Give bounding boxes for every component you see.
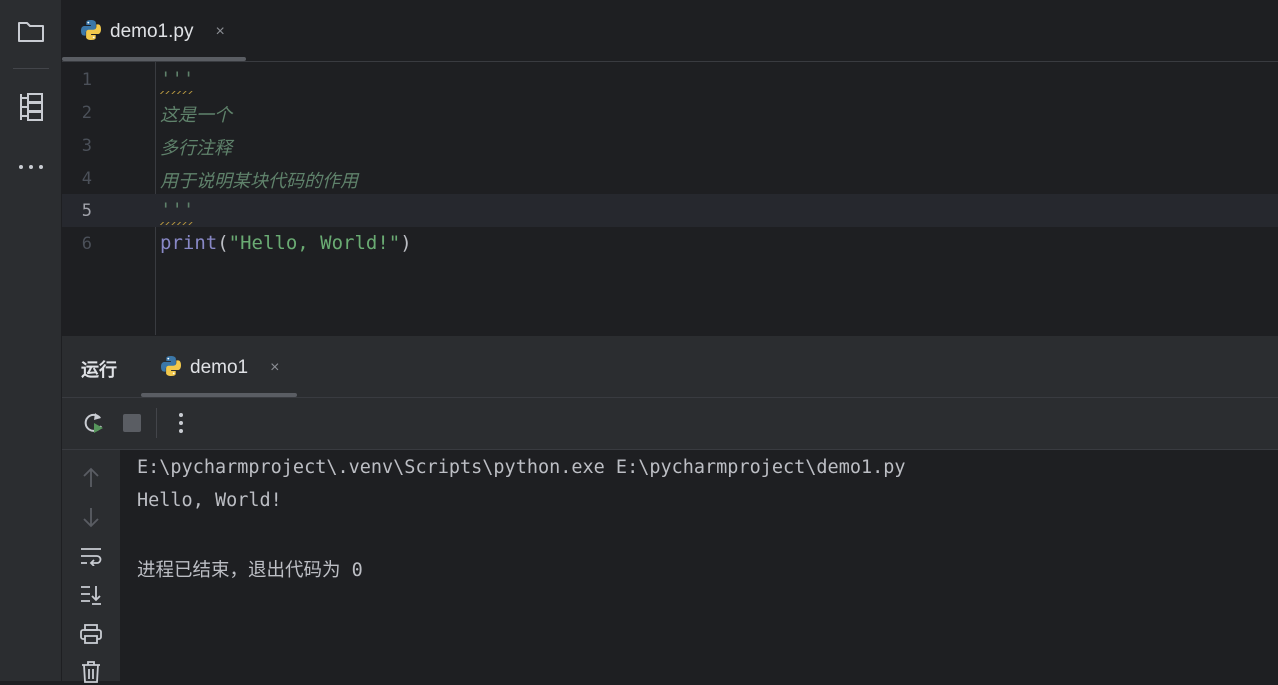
console-line: 进程已结束，退出代码为 0 — [137, 560, 363, 581]
code-statement: print("Hello, World!") — [160, 232, 412, 254]
code-editor[interactable]: 1 ''' 2 这是一个 3 多行注释 4 用于说明某块代码的作用 5 ''' … — [62, 62, 1278, 335]
close-paren: ) — [400, 232, 412, 254]
comment-text: 多行注释 — [160, 138, 232, 159]
run-panel-title: 运行 — [81, 360, 117, 380]
python-file-icon — [80, 19, 102, 46]
structure-icon[interactable] — [15, 91, 47, 123]
run-tab-label: demo1 — [190, 357, 249, 378]
comment-text: 用于说明某块代码的作用 — [160, 171, 358, 192]
print-icon[interactable] — [78, 621, 104, 647]
editor-tab-demo1-py[interactable]: demo1.py × — [80, 18, 225, 46]
rerun-icon[interactable] — [81, 410, 107, 436]
code-line: 1 ''' — [62, 63, 1278, 96]
more-icon[interactable] — [15, 151, 47, 183]
comment-text: 这是一个 — [160, 105, 232, 126]
console-side-toolbar — [62, 450, 120, 683]
active-run-tab-indicator — [141, 393, 297, 397]
more-options-icon[interactable] — [168, 410, 194, 436]
line-number: 3 — [81, 136, 92, 156]
run-panel-header: 运行 demo1 × — [62, 336, 1278, 398]
line-number: 6 — [81, 234, 92, 254]
code-line: 3 多行注释 — [62, 129, 1278, 162]
line-number: 5 — [81, 201, 92, 221]
editor-tab-bar: demo1.py × — [62, 0, 1278, 62]
editor-tab-label: demo1.py — [110, 21, 194, 42]
builtin-function: print — [160, 232, 218, 254]
code-line: 4 用于说明某块代码的作用 — [62, 162, 1278, 195]
console-output[interactable]: E:\pycharmproject\.venv\Scripts\python.e… — [120, 450, 1278, 681]
line-number: 2 — [81, 103, 92, 123]
stop-icon[interactable] — [119, 410, 145, 436]
arrow-down-icon[interactable] — [78, 504, 104, 530]
tool-window-strip — [0, 0, 62, 681]
arrow-up-icon[interactable] — [78, 465, 104, 491]
string-literal: "Hello, World!" — [228, 232, 401, 254]
folder-icon[interactable] — [15, 15, 47, 47]
close-run-tab-icon[interactable]: × — [270, 359, 279, 377]
docstring-delimiter: ''' — [160, 68, 195, 90]
trash-icon[interactable] — [78, 659, 104, 685]
toolbar-divider — [156, 408, 157, 438]
python-run-icon — [160, 355, 182, 382]
scroll-to-end-icon[interactable] — [78, 582, 104, 608]
code-line: 6 print("Hello, World!") — [62, 227, 1278, 260]
run-toolbar — [62, 398, 1278, 450]
close-tab-icon[interactable]: × — [215, 23, 224, 41]
line-number: 4 — [81, 169, 92, 189]
open-paren: ( — [217, 232, 229, 254]
current-code-line: 5 ''' — [62, 194, 1278, 227]
toolstrip-divider — [13, 68, 49, 69]
console-line: E:\pycharmproject\.venv\Scripts\python.e… — [137, 457, 906, 478]
code-line: 2 这是一个 — [62, 96, 1278, 129]
active-tab-indicator — [62, 57, 246, 61]
docstring-delimiter: ''' — [160, 199, 195, 221]
line-number: 1 — [81, 70, 92, 90]
run-tab-demo1[interactable]: demo1 × — [160, 354, 279, 382]
soft-wrap-icon[interactable] — [78, 543, 104, 569]
console-line: Hello, World! — [137, 490, 282, 511]
